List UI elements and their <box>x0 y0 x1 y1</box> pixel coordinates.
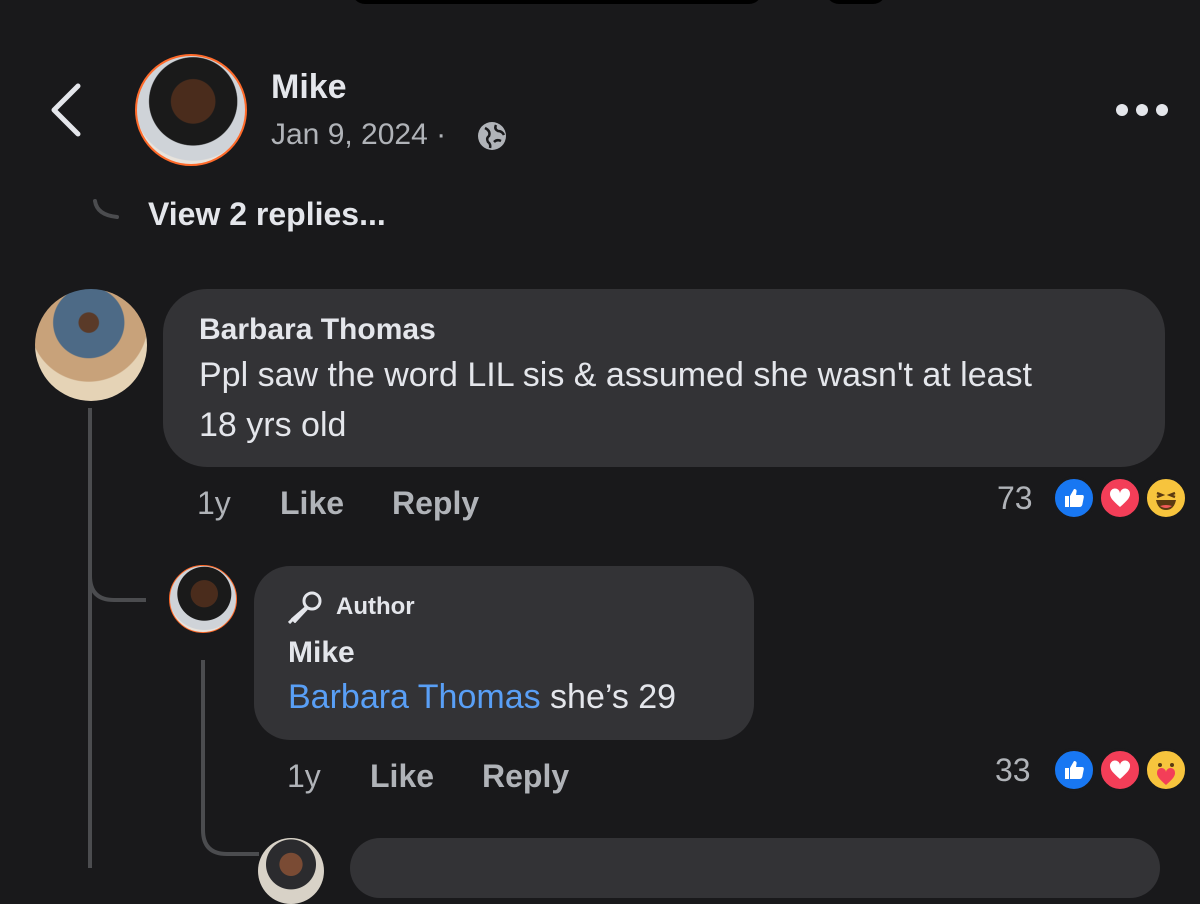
avatar[interactable] <box>135 54 247 166</box>
post-author-name[interactable]: Mike <box>271 68 347 107</box>
like-reaction-icon[interactable] <box>1052 476 1096 520</box>
back-button[interactable] <box>44 80 88 145</box>
commenter-name[interactable]: Mike <box>288 636 355 670</box>
comment-text-line: 18 yrs old <box>199 406 347 444</box>
reaction-count[interactable]: 73 <box>997 480 1033 517</box>
comment-age: 1y <box>287 758 321 794</box>
thread-branch <box>88 560 146 602</box>
commenter-name[interactable]: Barbara Thomas <box>199 313 436 347</box>
comment-age: 1y <box>197 485 231 521</box>
comment-text-body: she’s 29 <box>540 678 677 716</box>
post-date: Jan 9, 2024 · <box>271 118 446 152</box>
view-replies-link[interactable]: View 2 replies... <box>148 196 386 233</box>
love-reaction-icon[interactable] <box>1098 476 1142 520</box>
thread-branch <box>201 820 259 856</box>
haha-reaction-icon[interactable] <box>1144 476 1188 520</box>
like-button[interactable]: Like <box>280 485 344 522</box>
avatar[interactable] <box>35 289 147 401</box>
avatar[interactable] <box>169 565 237 633</box>
thread-line <box>88 408 92 868</box>
reply-button[interactable]: Reply <box>392 485 479 522</box>
avatar[interactable] <box>258 838 324 904</box>
care-reaction-icon[interactable] <box>1144 748 1188 792</box>
comment-text: Barbara Thomas she’s 29 <box>288 672 676 722</box>
thread-line <box>201 660 205 830</box>
more-options-button[interactable] <box>1114 100 1170 125</box>
love-reaction-icon[interactable] <box>1098 748 1142 792</box>
post-date-text: Jan 9, 2024 <box>271 118 428 151</box>
mention-link[interactable]: Barbara Thomas <box>288 678 541 716</box>
back-icon <box>51 83 81 137</box>
comment-bubble <box>350 838 1160 898</box>
reaction-count[interactable]: 33 <box>995 752 1031 789</box>
reply-thread-curve <box>93 199 119 219</box>
globe-icon <box>476 120 508 157</box>
microphone-icon <box>288 591 322 624</box>
top-status-shape <box>352 0 762 4</box>
more-icon <box>1116 104 1168 116</box>
like-button[interactable]: Like <box>370 758 434 795</box>
author-badge: Author <box>288 590 415 624</box>
separator: · <box>436 118 447 151</box>
author-badge-label: Author <box>336 593 415 620</box>
top-status-shape <box>826 0 886 4</box>
like-reaction-icon[interactable] <box>1052 748 1096 792</box>
comment-text-line: Ppl saw the word LIL sis & assumed she w… <box>199 356 1032 394</box>
reply-button[interactable]: Reply <box>482 758 569 795</box>
